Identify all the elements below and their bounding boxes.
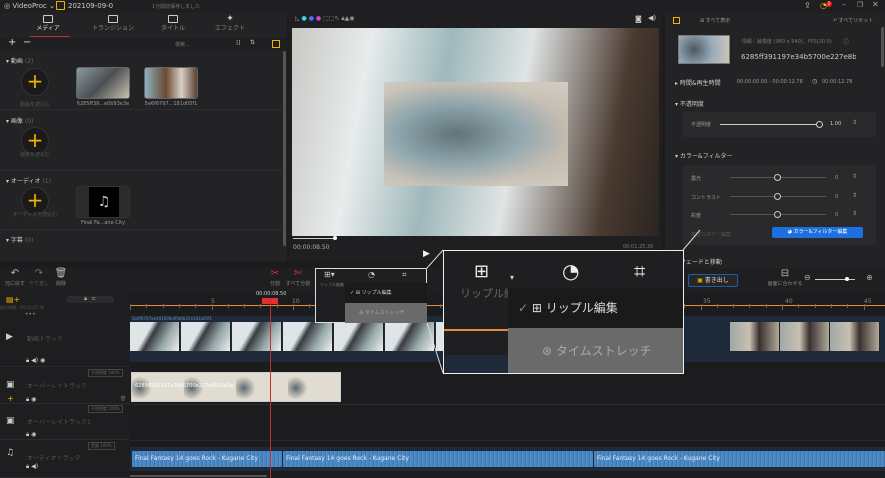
checkmark-icon: ✓ xyxy=(518,301,529,315)
ripple-edit-icon[interactable]: ⊞ xyxy=(474,261,489,282)
video-track-lane xyxy=(444,355,508,373)
chevron-down-icon[interactable]: ▾ xyxy=(510,273,514,282)
ripple-menu-magnified: ⊞ ▾ リップル編集 ◔ ⌗ ✓ ⊞ リップル編集 ⊛ タイムストレッチ xyxy=(443,250,684,374)
menu-item-ripple-edit[interactable]: ✓ ⊞ リップル編集 xyxy=(345,283,427,303)
button-label: リップル編集 xyxy=(320,282,344,287)
ripple-edit-icon[interactable]: ⊞▾ xyxy=(324,270,335,279)
menu-item-time-stretch[interactable]: ⊛ タイムストレッチ xyxy=(345,303,427,323)
speed-icon[interactable]: ◔ xyxy=(562,259,579,283)
menu-item-ripple-edit[interactable]: ✓ ⊞ リップル編集 xyxy=(508,288,683,328)
menu-item-label: リップル編集 xyxy=(361,290,392,296)
speed-icon[interactable]: ◔ xyxy=(368,270,375,279)
menu-item-label: タイムストレッチ xyxy=(364,310,405,316)
menu-item-label: リップル編集 xyxy=(545,301,618,315)
menu-item-time-stretch[interactable]: ⊛ タイムストレッチ xyxy=(508,328,683,373)
ripple-menu-highlight: ⊞▾ リップル編集 ◔ ⌗ ✓ ⊞ リップル編集 ⊛ タイムストレッチ xyxy=(315,268,427,323)
menu-item-label: タイムストレッチ xyxy=(555,344,652,358)
ruler-line xyxy=(444,329,508,331)
crop-icon[interactable]: ⌗ xyxy=(634,259,645,283)
ripple-edit-icon: ⊞ xyxy=(531,301,542,315)
zoom-connector xyxy=(426,229,701,374)
time-stretch-icon: ⊛ xyxy=(542,344,553,358)
crop-icon[interactable]: ⌗ xyxy=(402,270,407,280)
